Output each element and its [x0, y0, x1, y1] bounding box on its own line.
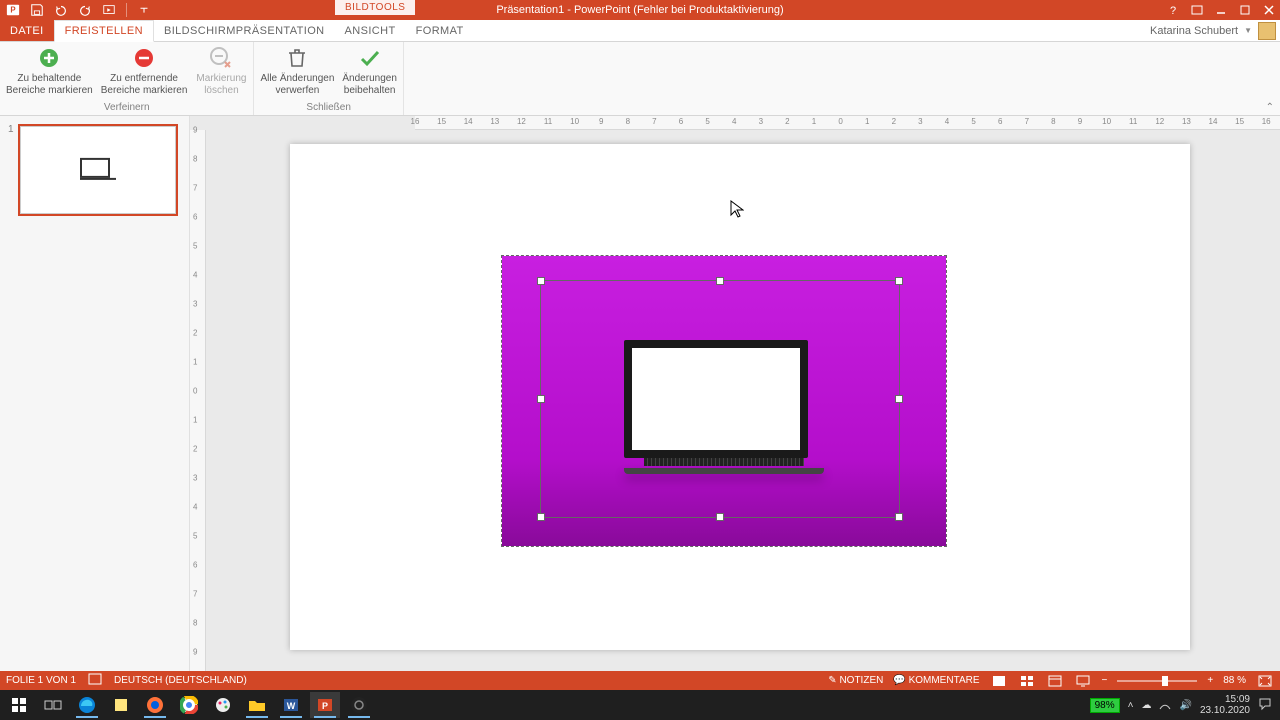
tray-chevron-icon[interactable]: ˄: [1128, 700, 1134, 711]
paint-icon[interactable]: [208, 692, 238, 718]
vertical-ruler: 9876543210123456789: [190, 130, 206, 671]
ribbon-group-refine: Verfeinern: [0, 102, 253, 115]
ribbon-tabs: DATEI FREISTELLEN BILDSCHIRMPRÄSENTATION…: [0, 20, 1280, 42]
resize-handle-e[interactable]: [895, 395, 903, 403]
close-icon[interactable]: [1260, 1, 1278, 19]
powerpoint-taskbar-icon[interactable]: P: [310, 692, 340, 718]
zoom-slider[interactable]: [1117, 680, 1197, 682]
tab-format[interactable]: FORMAT: [406, 20, 474, 41]
resize-handle-n[interactable]: [716, 277, 724, 285]
check-icon: [342, 45, 397, 71]
language-status[interactable]: DEUTSCH (DEUTSCHLAND): [114, 675, 247, 686]
account-name: Katarina Schubert: [1150, 25, 1238, 37]
mark-areas-remove-button[interactable]: Zu entfernende Bereiche markieren: [97, 45, 192, 97]
network-icon[interactable]: [1159, 698, 1171, 713]
taskbar: W P 98% ˄ ☁ 🔊 15:09 23.10.2020: [0, 690, 1280, 720]
zoom-out-icon[interactable]: −: [1102, 675, 1108, 686]
resize-handle-sw[interactable]: [537, 513, 545, 521]
zoom-level[interactable]: 88 %: [1223, 675, 1246, 686]
delete-mark-icon: [195, 45, 247, 71]
slide-count: FOLIE 1 VON 1: [6, 675, 76, 686]
ribbon-display-icon[interactable]: [1188, 1, 1206, 19]
horizontal-ruler: 1615141312111098765432101234567891011121…: [415, 116, 1280, 130]
ribbon: Zu behaltende Bereiche markieren Zu entf…: [0, 42, 1280, 116]
normal-view-icon[interactable]: [990, 674, 1008, 688]
start-button[interactable]: [4, 692, 34, 718]
help-icon[interactable]: ?: [1164, 1, 1182, 19]
resize-handle-w[interactable]: [537, 395, 545, 403]
tab-file[interactable]: DATEI: [0, 20, 54, 41]
plus-circle-icon: [6, 45, 93, 71]
quick-access-toolbar: P: [0, 1, 153, 19]
trash-icon: [260, 45, 334, 71]
save-icon[interactable]: [28, 1, 46, 19]
battery-status[interactable]: 98%: [1090, 698, 1120, 713]
sticky-notes-icon[interactable]: [106, 692, 136, 718]
volume-icon[interactable]: 🔊: [1179, 700, 1191, 711]
resize-handle-nw[interactable]: [537, 277, 545, 285]
delete-mark-button[interactable]: Markierung löschen: [191, 45, 251, 97]
contextual-tab-label: BILDTOOLS: [335, 0, 415, 15]
action-center-icon[interactable]: [1258, 697, 1272, 714]
firefox-icon[interactable]: [140, 692, 170, 718]
qat-customize-icon[interactable]: [135, 1, 153, 19]
file-explorer-icon[interactable]: [242, 692, 272, 718]
redo-icon[interactable]: [76, 1, 94, 19]
ribbon-group-close: Schließen: [254, 102, 402, 115]
slide-panel[interactable]: 1: [0, 116, 190, 671]
resize-handle-ne[interactable]: [895, 277, 903, 285]
slide-canvas[interactable]: [290, 144, 1190, 650]
zoom-in-icon[interactable]: +: [1207, 675, 1213, 686]
word-icon[interactable]: W: [276, 692, 306, 718]
keep-changes-button[interactable]: Änderungen beibehalten: [338, 45, 401, 97]
spellcheck-icon[interactable]: [88, 673, 102, 688]
notes-button[interactable]: ✎ NOTIZEN: [828, 675, 883, 686]
system-tray: 98% ˄ ☁ 🔊 15:09 23.10.2020: [1090, 694, 1276, 716]
tab-freistellen[interactable]: FREISTELLEN: [54, 20, 154, 42]
powerpoint-icon[interactable]: P: [4, 1, 22, 19]
resize-handle-se[interactable]: [895, 513, 903, 521]
minimize-icon[interactable]: [1212, 1, 1230, 19]
start-from-beginning-icon[interactable]: [100, 1, 118, 19]
account-menu[interactable]: Katarina Schubert ▼: [1150, 20, 1280, 41]
edge-icon[interactable]: [72, 692, 102, 718]
slide-number: 1: [8, 124, 18, 216]
slide-editor[interactable]: 9876543210123456789 16151413121110987654…: [190, 116, 1280, 671]
cursor-icon: [730, 200, 744, 223]
maximize-icon[interactable]: [1236, 1, 1254, 19]
discard-changes-button[interactable]: Alle Änderungen verwerfen: [256, 45, 338, 97]
reading-view-icon[interactable]: [1046, 674, 1064, 688]
fit-to-window-icon[interactable]: [1256, 674, 1274, 688]
taskbar-clock[interactable]: 15:09 23.10.2020: [1200, 694, 1250, 716]
window-title: Präsentation1 - PowerPoint (Fehler bei P…: [496, 4, 783, 16]
svg-text:P: P: [322, 701, 328, 711]
svg-text:P: P: [10, 6, 15, 15]
status-bar: FOLIE 1 VON 1 DEUTSCH (DEUTSCHLAND) ✎ NO…: [0, 671, 1280, 690]
resize-handle-s[interactable]: [716, 513, 724, 521]
slideshow-view-icon[interactable]: [1074, 674, 1092, 688]
chrome-icon[interactable]: [174, 692, 204, 718]
minus-circle-icon: [101, 45, 188, 71]
collapse-ribbon-icon[interactable]: ⌃: [1266, 102, 1274, 113]
avatar: [1258, 22, 1276, 40]
undo-icon[interactable]: [52, 1, 70, 19]
marquee-selection[interactable]: [540, 280, 900, 518]
tab-bildschirmpraesentation[interactable]: BILDSCHIRMPRÄSENTATION: [154, 20, 335, 41]
tab-ansicht[interactable]: ANSICHT: [335, 20, 406, 41]
comments-button[interactable]: 💬 KOMMENTARE: [893, 675, 979, 686]
obs-icon[interactable]: [344, 692, 374, 718]
slide-thumbnail[interactable]: [18, 124, 178, 216]
title-bar: P BILDTOOLS Präsentation1 - PowerPoint (…: [0, 0, 1280, 20]
onedrive-icon[interactable]: ☁: [1141, 700, 1151, 711]
mark-areas-keep-button[interactable]: Zu behaltende Bereiche markieren: [2, 45, 97, 97]
task-view-icon[interactable]: [38, 692, 68, 718]
svg-text:?: ?: [1170, 5, 1176, 16]
slide-sorter-icon[interactable]: [1018, 674, 1036, 688]
svg-text:W: W: [287, 701, 296, 711]
image-object[interactable]: [502, 256, 946, 546]
work-area: 1 9876543210123456789 161514131211109876…: [0, 116, 1280, 671]
